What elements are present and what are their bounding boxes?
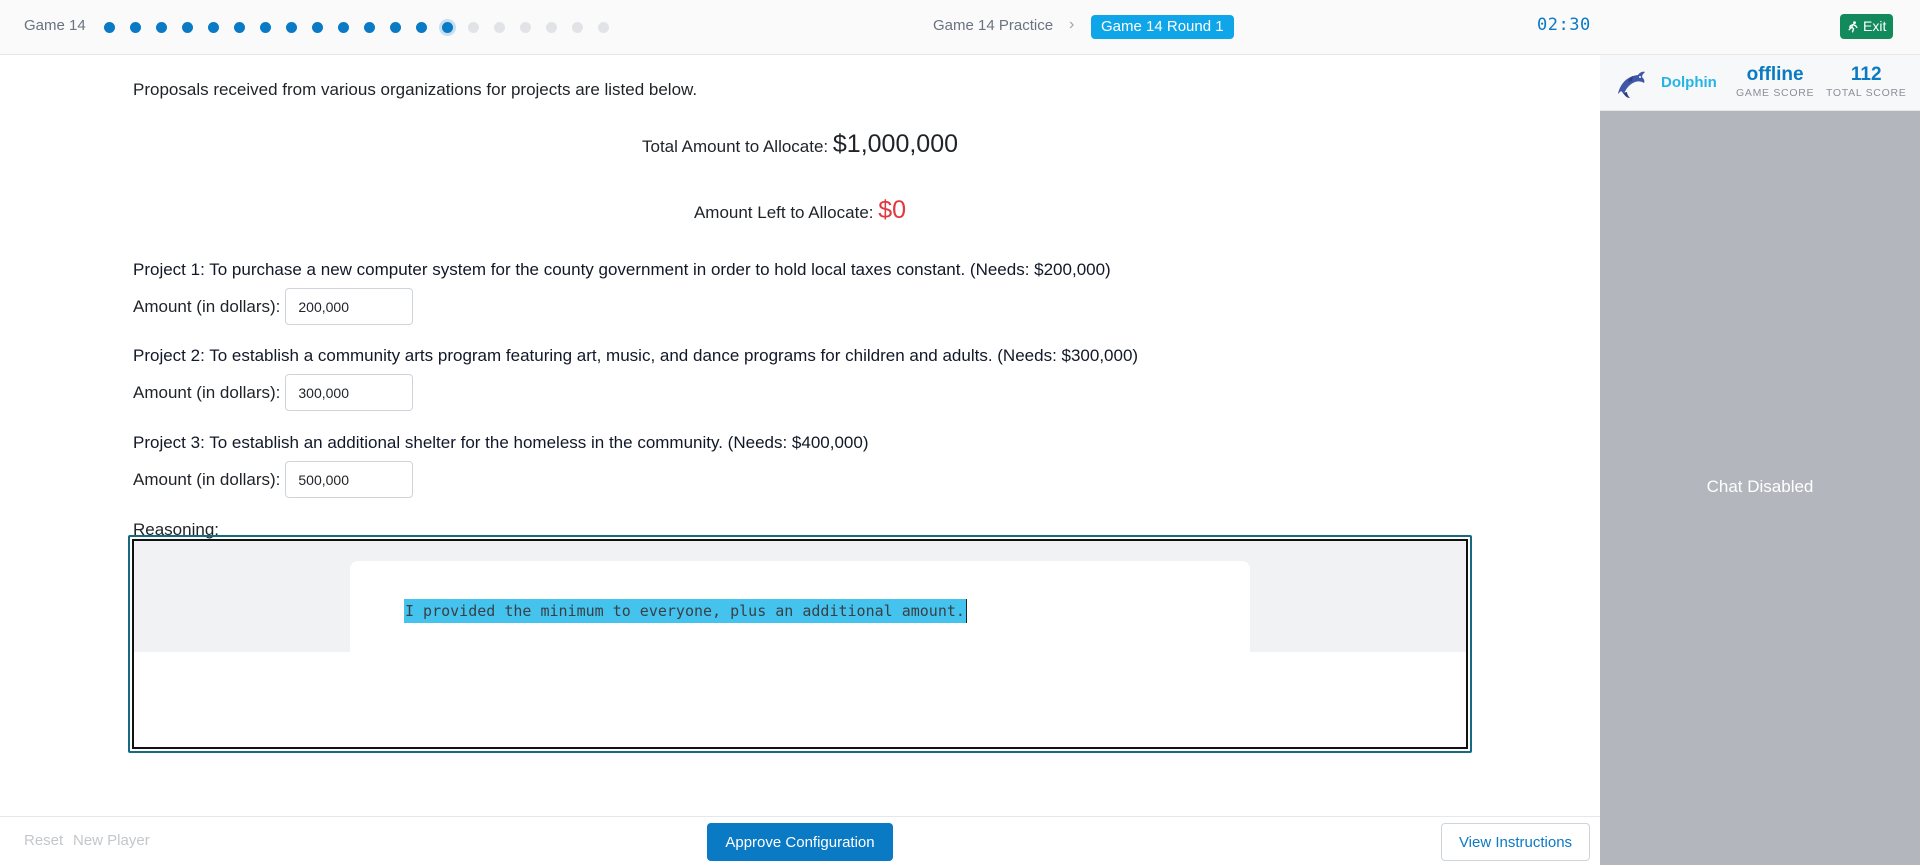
game-score-label: GAME SCORE xyxy=(1736,87,1815,99)
progress-dot-9 xyxy=(312,21,323,33)
reset-link[interactable]: Reset xyxy=(24,832,63,849)
progress-dot-6 xyxy=(234,21,245,33)
project-3-amount-input[interactable] xyxy=(285,461,414,498)
progress-dot-5 xyxy=(208,21,219,33)
project-title: Project 3: To establish an additional sh… xyxy=(133,433,869,452)
total-score-value: 112 xyxy=(1850,64,1882,85)
progress-dot-4 xyxy=(182,21,193,33)
progress-dot-20 xyxy=(598,21,609,33)
breadcrumb-current-round: Game 14 Round 1 xyxy=(1091,15,1234,39)
total-amount: Total Amount to Allocate: $1,000,000 xyxy=(0,130,1600,159)
total-amount-label: Total Amount to Allocate: xyxy=(641,137,829,156)
progress-dot-13 xyxy=(416,21,427,33)
game-score: offline GAME SCORE xyxy=(1736,64,1815,100)
total-score: 112 TOTAL SCORE xyxy=(1826,64,1907,100)
progress-dots xyxy=(104,20,624,34)
view-instructions-button[interactable]: View Instructions xyxy=(1441,823,1590,861)
project-3: Project 3: To establish an additional sh… xyxy=(133,433,869,498)
project-1-amount-input[interactable] xyxy=(285,288,414,325)
amount-left-value: $0 xyxy=(878,196,907,224)
top-bar: Game 14 Game 14 Practice › Game 14 Round… xyxy=(0,0,1920,55)
project-title: Project 1: To purchase a new computer sy… xyxy=(133,260,1111,279)
amount-label: Amount (in dollars): xyxy=(133,469,281,489)
reasoning-textarea[interactable]: I provided the minimum to everyone, plus… xyxy=(128,535,1472,753)
footer-bar: Reset New Player Approve Configuration V… xyxy=(0,816,1600,865)
progress-dot-14 xyxy=(442,21,453,33)
game-name: Game 14 xyxy=(24,17,86,34)
progress-dot-16 xyxy=(494,21,505,33)
amount-label: Amount (in dollars): xyxy=(133,296,281,316)
project-2: Project 2: To establish a community arts… xyxy=(133,346,1138,411)
exit-button[interactable]: Exit xyxy=(1840,14,1894,39)
project-1: Project 1: To purchase a new computer sy… xyxy=(133,260,1111,325)
progress-dot-17 xyxy=(520,21,531,33)
progress-dot-19 xyxy=(572,21,583,33)
amount-label: Amount (in dollars): xyxy=(133,382,281,402)
progress-dot-8 xyxy=(286,21,297,33)
breadcrumb-practice[interactable]: Game 14 Practice xyxy=(933,17,1053,34)
running-person-icon xyxy=(1848,20,1858,32)
progress-dot-2 xyxy=(130,21,141,33)
total-score-label: TOTAL SCORE xyxy=(1826,87,1907,99)
player-header: Dolphin offline GAME SCORE 112 TOTAL SCO… xyxy=(1600,55,1920,111)
progress-dot-10 xyxy=(338,21,349,33)
total-amount-value: $1,000,000 xyxy=(832,130,959,158)
countdown-timer: 02:30 xyxy=(1537,15,1591,35)
progress-dot-11 xyxy=(364,21,375,33)
project-title: Project 2: To establish a community arts… xyxy=(133,346,1139,365)
chat-disabled-message: Chat Disabled xyxy=(1706,477,1814,496)
exit-label: Exit xyxy=(1863,18,1887,34)
game-score-value: offline xyxy=(1746,64,1804,85)
reasoning-editor[interactable]: I provided the minimum to everyone, plus… xyxy=(132,539,1468,749)
approve-configuration-button[interactable]: Approve Configuration xyxy=(707,823,893,861)
player-side-panel: Dolphin offline GAME SCORE 112 TOTAL SCO… xyxy=(1600,55,1920,865)
project-2-amount-input[interactable] xyxy=(285,374,414,411)
main-content: Proposals received from various organiza… xyxy=(0,55,1600,817)
progress-dot-12 xyxy=(390,21,401,33)
chevron-right-icon: › xyxy=(1069,16,1075,33)
intro-text: Proposals received from various organiza… xyxy=(133,80,698,99)
dolphin-icon xyxy=(1618,71,1645,98)
new-player-link[interactable]: New Player xyxy=(73,832,150,849)
progress-dot-1 xyxy=(104,21,115,33)
progress-dot-15 xyxy=(468,21,479,33)
progress-dot-7 xyxy=(260,21,271,33)
progress-dot-3 xyxy=(156,21,167,33)
progress-dot-18 xyxy=(546,21,557,33)
amount-left-label: Amount Left to Allocate: xyxy=(693,203,874,222)
player-name: Dolphin xyxy=(1661,74,1717,91)
amount-left: Amount Left to Allocate: $0 xyxy=(0,196,1600,225)
reasoning-text-selected[interactable]: I provided the minimum to everyone, plus… xyxy=(404,599,967,623)
